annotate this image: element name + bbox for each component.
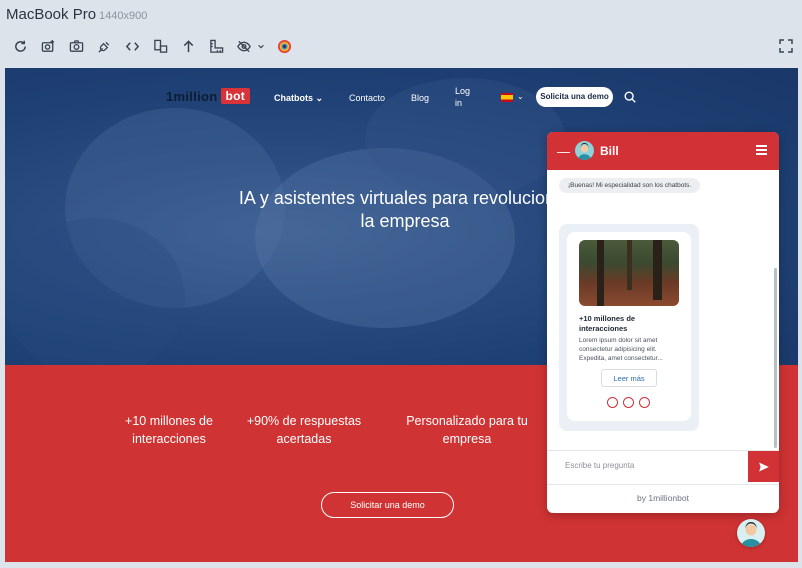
carousel-dot[interactable] (639, 397, 650, 408)
bot-greeting-message: ¡Buenas! Mi especialidad son los chatbot… (559, 178, 701, 193)
chat-scrollbar[interactable] (774, 268, 777, 448)
ruler-icon[interactable] (202, 36, 230, 56)
chevron-down-icon[interactable]: ⌄ (517, 92, 524, 101)
screenshot-settings-icon[interactable] (34, 36, 62, 56)
forest-image-tree (627, 240, 632, 290)
demo-request-button[interactable]: Solicita una demo (536, 87, 613, 107)
send-icon (758, 462, 769, 471)
toolbar (6, 36, 298, 56)
nav-login[interactable]: Log in (455, 85, 477, 109)
card-title: +10 millones de interacciones (579, 314, 636, 333)
eye-off-icon[interactable] (230, 36, 270, 56)
color-picker-icon[interactable] (270, 36, 298, 56)
site-logo[interactable]: 1million bot (166, 88, 251, 104)
nav-blog[interactable]: Blog (411, 93, 429, 103)
chat-footer: by 1millionbot (547, 484, 779, 513)
code-icon[interactable] (118, 36, 146, 56)
forest-image-tree (653, 240, 662, 300)
chat-messages: ¡Buenas! Mi especialidad son los chatbot… (547, 170, 779, 452)
chat-input[interactable]: Escribe tu pregunta (565, 461, 634, 470)
carousel-dot[interactable] (623, 397, 634, 408)
chat-header: — Bill (547, 132, 779, 170)
chat-input-bar: Escribe tu pregunta (547, 450, 779, 482)
search-icon[interactable] (623, 90, 637, 104)
stat-accuracy: +90% de respuestas acertadas (246, 414, 362, 446)
carousel-message: +10 millones de interacciones Lorem ipsu… (559, 224, 699, 431)
site-nav: 1million bot Chatbots ⌄ Contacto Blog Lo… (5, 68, 798, 128)
logo-badge: bot (220, 88, 251, 104)
carousel-dot[interactable] (607, 397, 618, 408)
logo-text: 1million (166, 88, 218, 104)
hero-shape (5, 218, 185, 365)
device-resolution: 1440x900 (99, 10, 148, 22)
send-button[interactable] (748, 451, 779, 482)
chat-launcher-avatar[interactable] (737, 519, 765, 547)
hero-title: IA y asistentes virtuales para revolucio… (238, 188, 572, 231)
rotate-icon[interactable] (146, 36, 174, 56)
stat-interactions: +10 millones de interacciones (125, 414, 213, 446)
minimize-icon[interactable]: — (557, 144, 570, 159)
nav-chatbots-label: Chatbots (274, 93, 313, 103)
nav-chatbots[interactable]: Chatbots ⌄ (274, 93, 323, 104)
spain-flag-icon[interactable] (501, 93, 513, 102)
card-text: Lorem ipsum dolor sit amet consectetur a… (579, 337, 663, 362)
bot-avatar (575, 141, 594, 160)
forest-image-tree (597, 240, 604, 306)
site-viewport: 1million bot Chatbots ⌄ Contacto Blog Lo… (5, 68, 798, 562)
chevron-down-icon: ⌄ (315, 93, 324, 103)
read-more-button[interactable]: Leer más (601, 369, 657, 387)
camera-icon[interactable] (62, 36, 90, 56)
stat-custom: Personalizado para tu empresa (406, 414, 528, 446)
plug-icon[interactable] (90, 36, 118, 56)
refresh-icon[interactable] (6, 36, 34, 56)
device-title: MacBook Pro 1440x900 (6, 6, 147, 23)
cta-request-demo-button[interactable]: Solicitar una demo (321, 492, 454, 518)
forest-image (579, 240, 679, 306)
menu-icon[interactable] (756, 145, 767, 155)
nav-contacto[interactable]: Contacto (349, 93, 385, 103)
chat-widget: — Bill ¡Buenas! Mi especialidad son los … (547, 132, 779, 513)
carousel-dots (607, 397, 650, 408)
carousel-card: +10 millones de interacciones Lorem ipsu… (567, 232, 691, 421)
device-name: MacBook Pro (6, 6, 97, 23)
fullscreen-icon[interactable] (778, 38, 794, 54)
bot-name: Bill (600, 144, 619, 158)
upload-icon[interactable] (174, 36, 202, 56)
